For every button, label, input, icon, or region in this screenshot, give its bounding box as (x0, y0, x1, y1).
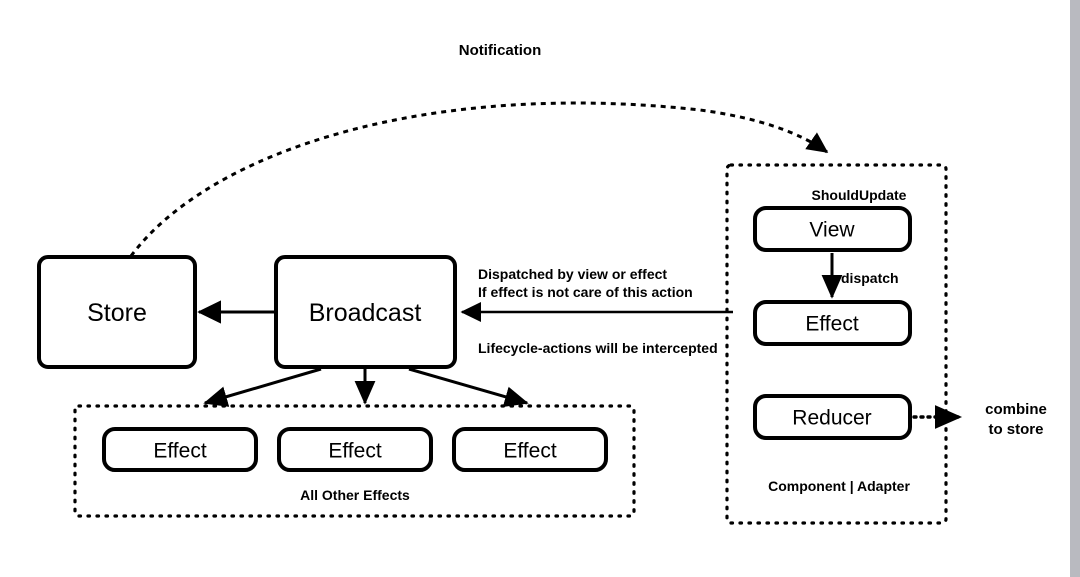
effect-label-1: Effect (153, 440, 206, 463)
should-update-label: ShouldUpdate (812, 187, 907, 203)
effect-right-label: Effect (805, 313, 858, 336)
notification-label: Notification (459, 42, 542, 59)
store-label: Store (87, 299, 147, 327)
combine-label-line2: to store (988, 421, 1043, 438)
broadcast-to-effect-1-arrow (203, 367, 322, 407)
architecture-diagram: Notification Store Broadcast Dispatched … (37, 42, 1047, 525)
effect-node-3[interactable]: Effect (452, 427, 608, 472)
all-other-effects-label: All Other Effects (300, 487, 410, 503)
effect-label-2: Effect (328, 440, 381, 463)
broadcast-node[interactable]: Broadcast (274, 255, 457, 369)
broadcast-to-effect-3-arrow (408, 367, 529, 407)
diagram-canvas: Notification Store Broadcast Dispatched … (0, 0, 1080, 577)
component-adapter-panel: ShouldUpdate View dispatch Effect Reduce… (725, 163, 948, 525)
view-node[interactable]: View (753, 206, 912, 252)
reducer-label: Reducer (792, 407, 871, 430)
lifecycle-note: Lifecycle-actions will be intercepted (478, 340, 718, 356)
notification-arrow (129, 101, 829, 257)
broadcast-label: Broadcast (309, 299, 422, 327)
dispatch-label: dispatch (841, 270, 899, 286)
combine-label-line1: combine (985, 401, 1047, 418)
effect-label-3: Effect (503, 440, 556, 463)
store-node[interactable]: Store (37, 255, 197, 369)
right-gutter-bar (1070, 0, 1080, 577)
effect-node-2[interactable]: Effect (277, 427, 433, 472)
broadcast-fanout-arrows (203, 367, 529, 407)
dispatched-note-line1: Dispatched by view or effect (478, 266, 667, 282)
effect-node-1[interactable]: Effect (102, 427, 258, 472)
reducer-node[interactable]: Reducer (753, 394, 912, 440)
effect-right-node[interactable]: Effect (753, 300, 912, 346)
all-other-effects-group: Effect Effect Effect All Other Effects (73, 404, 636, 518)
view-label: View (809, 219, 855, 242)
dispatched-note-line2: If effect is not care of this action (478, 284, 693, 300)
notification-arrow-group: Notification (129, 42, 829, 257)
component-adapter-label: Component | Adapter (768, 478, 910, 494)
